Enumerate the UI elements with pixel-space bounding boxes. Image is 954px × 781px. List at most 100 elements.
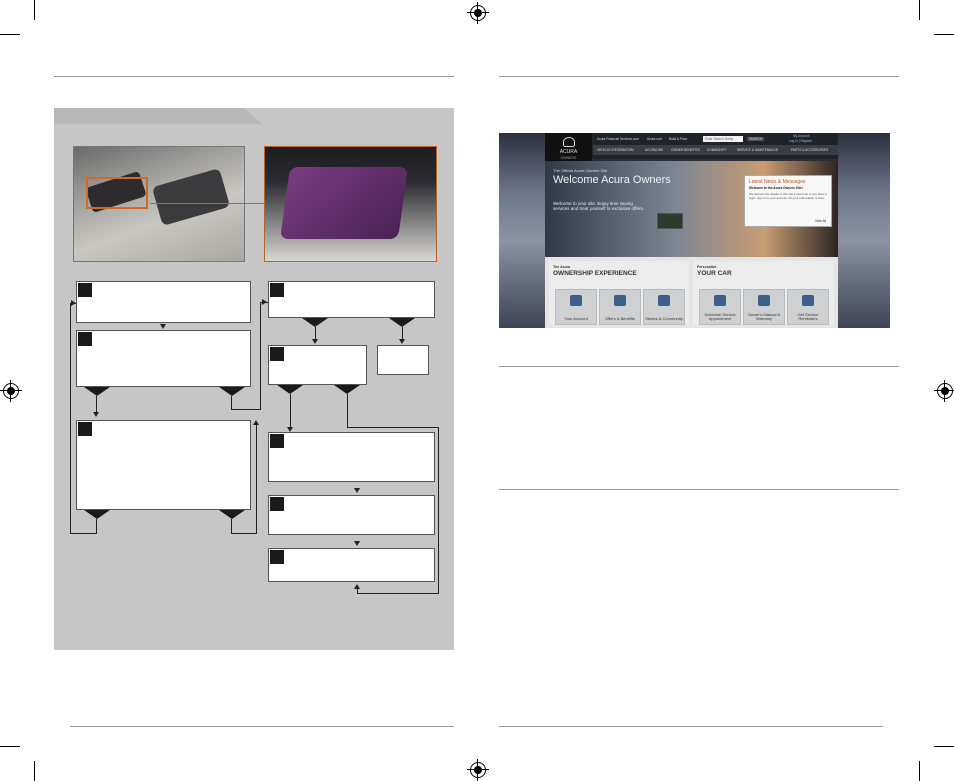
service-reminders-tile[interactable]: Get Service Reminders bbox=[787, 289, 829, 325]
folder-icon bbox=[570, 295, 582, 306]
document-icon bbox=[758, 295, 770, 306]
step-number-marker bbox=[270, 347, 284, 361]
topbar-link[interactable]: Build & Price bbox=[669, 137, 687, 141]
crop-mark bbox=[919, 761, 920, 781]
nav-item[interactable]: ACURALINK bbox=[645, 148, 663, 152]
step-box-5 bbox=[268, 345, 367, 385]
hero-kicker: The Official Acura Owners Site bbox=[553, 168, 608, 173]
step-box-1 bbox=[76, 281, 251, 323]
arrow-down-icon bbox=[93, 412, 99, 417]
main-nav: VEHICLE INFORMATION ACURALINK OWNER BENE… bbox=[593, 145, 838, 155]
connector-line bbox=[231, 409, 260, 410]
your-account-tile[interactable]: Your Account bbox=[555, 289, 597, 325]
homelink-button-panel bbox=[279, 167, 409, 239]
registration-mark-icon bbox=[934, 380, 954, 402]
crop-mark bbox=[934, 746, 954, 747]
acura-logo[interactable]: ACURA OWNERS bbox=[545, 133, 592, 161]
search-input[interactable]: Enter Search Terms bbox=[703, 136, 743, 142]
step-box-4 bbox=[268, 281, 435, 318]
connector-line bbox=[315, 327, 316, 339]
arrow-down-icon bbox=[160, 324, 166, 329]
nav-item[interactable]: OWNER BENEFITS bbox=[671, 148, 700, 152]
nav-item[interactable]: COMMUNITY bbox=[707, 148, 727, 152]
nav-item[interactable]: SERVICE & MAINTENANCE bbox=[737, 148, 778, 152]
step-box-8 bbox=[268, 548, 435, 582]
section-title: YOUR CAR bbox=[697, 270, 732, 277]
nav-item[interactable]: VEHICLE INFORMATION bbox=[597, 148, 634, 152]
account-link[interactable]: My Account bbox=[793, 134, 809, 138]
registration-mark-icon bbox=[467, 2, 489, 24]
registration-mark-icon bbox=[0, 380, 22, 402]
crop-mark bbox=[34, 0, 35, 20]
step-number-marker bbox=[270, 434, 284, 448]
crop-mark bbox=[0, 746, 20, 747]
hero-title: Welcome Acura Owners bbox=[553, 174, 671, 186]
step-box-2 bbox=[76, 330, 251, 387]
step-box-3 bbox=[76, 420, 251, 510]
section-rule bbox=[499, 366, 899, 367]
connector-line bbox=[347, 394, 348, 428]
connector-line bbox=[96, 519, 97, 533]
arrow-down-icon bbox=[354, 488, 360, 493]
topbar-link[interactable]: Acura Financial Services.com bbox=[597, 137, 639, 141]
hero-text: Welcome to your site. Enjoy time saving … bbox=[553, 201, 644, 211]
account-link[interactable]: Log In | Register bbox=[789, 139, 812, 143]
bottom-rule-left bbox=[70, 726, 454, 727]
connector-line bbox=[438, 427, 439, 593]
owners-manual-tile[interactable]: Owner's Manual & Warranty bbox=[743, 289, 785, 325]
news-more-link[interactable]: View All bbox=[815, 219, 826, 223]
section-title: OWNERSHIP EXPERIENCE bbox=[553, 270, 637, 277]
connector-line bbox=[402, 327, 403, 339]
topbar-link[interactable]: Acura.com bbox=[647, 137, 662, 141]
logo-subtext: OWNERS bbox=[560, 156, 577, 160]
arrow-down-icon bbox=[354, 541, 360, 546]
connector-line bbox=[70, 533, 97, 534]
search-placeholder: Enter Search Terms bbox=[705, 137, 734, 141]
step-number-marker bbox=[270, 283, 284, 297]
step-number-marker bbox=[78, 422, 92, 436]
logo-text: ACURA bbox=[559, 149, 578, 155]
callout-line bbox=[150, 203, 265, 204]
bottom-rule-right bbox=[499, 726, 883, 727]
connector-line bbox=[231, 519, 232, 533]
arrow-right-icon bbox=[71, 300, 76, 306]
step-number-marker bbox=[78, 283, 92, 297]
step-number-marker bbox=[78, 332, 92, 346]
schedule-service-tile[interactable]: Schedule Service Appointment bbox=[699, 289, 741, 325]
crop-mark bbox=[34, 761, 35, 781]
site-container: Acura Financial Services.com Acura.com B… bbox=[545, 133, 838, 328]
registration-mark-icon bbox=[467, 759, 489, 781]
news-title: Latest News & Messages bbox=[749, 179, 806, 185]
step-box-6 bbox=[268, 432, 435, 482]
offers-benefits-tile[interactable]: Offers & Benefits bbox=[599, 289, 641, 325]
stories-community-tile[interactable]: Stories & Community bbox=[643, 289, 685, 325]
panel-tab bbox=[54, 108, 262, 124]
connector-line bbox=[357, 593, 439, 594]
highlight-box bbox=[86, 177, 148, 209]
news-panel: Latest News & Messages Welcome to the Ac… bbox=[744, 175, 832, 227]
connector-line bbox=[256, 424, 257, 534]
console-lights bbox=[151, 168, 231, 226]
step-number-marker bbox=[270, 550, 284, 564]
globe-icon bbox=[658, 295, 670, 306]
decision-tab bbox=[334, 385, 360, 394]
arrow-right-icon bbox=[262, 299, 267, 305]
arrow-down-icon bbox=[399, 339, 405, 344]
hero-banner: The Official Acura Owners Site Welcome A… bbox=[545, 161, 838, 257]
decision-tab bbox=[277, 385, 303, 394]
homelink-buttons-closeup-photo bbox=[264, 146, 437, 262]
decision-tab bbox=[219, 510, 245, 519]
end-box bbox=[377, 345, 429, 375]
top-rule-left bbox=[54, 76, 454, 77]
acura-logo-icon bbox=[563, 137, 575, 147]
news-body: We discuss the details of this site's ne… bbox=[749, 192, 827, 200]
nav-item[interactable]: PARTS & ACCESSORIES bbox=[791, 148, 828, 152]
search-button[interactable]: SEARCH bbox=[747, 137, 765, 141]
overhead-console-photo bbox=[73, 146, 245, 262]
connector-line bbox=[231, 396, 232, 410]
your-car-panel: Personalize YOUR CAR Schedule Service Ap… bbox=[693, 261, 834, 325]
section-kicker: Personalize bbox=[697, 265, 717, 269]
section-rule bbox=[499, 489, 899, 490]
acura-owners-website-screenshot: Acura Financial Services.com Acura.com B… bbox=[499, 133, 890, 328]
crop-mark bbox=[934, 34, 954, 35]
